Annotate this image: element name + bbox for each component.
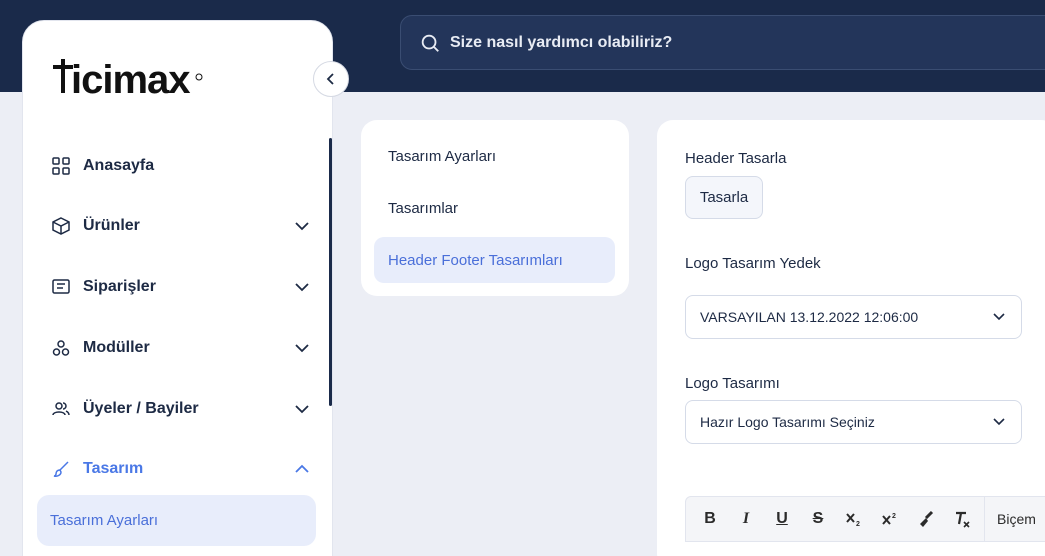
format-painter-button[interactable]	[908, 504, 944, 534]
logo-backup-select[interactable]: VARSAYILAN 13.12.2022 12:06:00	[685, 295, 1022, 339]
search-placeholder: Size nasıl yardımcı olabiliriz?	[450, 33, 673, 51]
logo-design-select[interactable]: Hazır Logo Tasarımı Seçiniz	[685, 400, 1022, 444]
sidebar-item-urunler[interactable]: Ürünler	[51, 211, 311, 241]
chevron-left-icon	[326, 73, 334, 85]
sidebar-item-label: Siparişler	[83, 278, 156, 295]
header-label: Header Tasarla	[685, 150, 787, 167]
svg-text:2: 2	[892, 513, 896, 520]
toolbar-divider	[984, 496, 985, 542]
logo-backup-value: VARSAYILAN 13.12.2022 12:06:00	[700, 309, 919, 325]
tasarla-button[interactable]: Tasarla	[685, 176, 763, 219]
subscript-icon: 2	[846, 513, 860, 527]
bold-button[interactable]: B	[692, 504, 728, 534]
grid-icon	[51, 156, 71, 176]
box-icon	[51, 216, 71, 236]
brush-icon	[51, 459, 71, 479]
sidebar-item-siparisler[interactable]: Siparişler	[51, 272, 311, 302]
collapse-sidebar-button[interactable]	[313, 61, 349, 97]
chevron-down-icon	[993, 418, 1005, 426]
underline-button[interactable]: U	[764, 504, 800, 534]
search-icon	[421, 34, 439, 52]
content-card: Header Tasarla Tasarla Logo Tasarım Yede…	[657, 120, 1045, 556]
chevron-down-icon	[295, 344, 309, 353]
sidebar-item-uyeler[interactable]: Üyeler / Bayiler	[51, 394, 311, 424]
strikethrough-button[interactable]: S	[800, 504, 836, 534]
chevron-up-icon	[295, 464, 309, 473]
sidebar-subitem-tasarim-ayarlari[interactable]: Tasarım Ayarları	[37, 495, 316, 546]
subscript-button[interactable]: 2	[836, 504, 872, 534]
submenu-item-header-footer[interactable]: Header Footer Tasarımları	[374, 237, 615, 283]
chevron-down-icon	[295, 222, 309, 231]
chevron-down-icon	[993, 313, 1005, 321]
superscript-button[interactable]: 2	[872, 504, 908, 534]
users-icon	[51, 399, 71, 419]
receipt-icon	[51, 277, 71, 297]
italic-button[interactable]: I	[728, 504, 764, 534]
format-dropdown[interactable]: Biçem	[997, 511, 1036, 527]
sidebar-item-moduller[interactable]: Modüller	[51, 333, 311, 363]
svg-text:2: 2	[856, 521, 860, 527]
sidebar-item-label: Anasayfa	[83, 157, 155, 174]
sidebar-item-label: Modüller	[83, 339, 150, 356]
modules-icon	[51, 338, 71, 358]
sidebar-item-anasayfa[interactable]: Anasayfa	[51, 151, 311, 181]
editor-toolbar: B I U S 2 2 Biçem	[685, 496, 1045, 542]
submenu-card: Tasarım Ayarları Tasarımlar Header Foote…	[361, 120, 629, 296]
svg-text:icimax: icimax	[71, 59, 190, 102]
sidebar-item-tasarim[interactable]: Tasarım	[51, 454, 311, 484]
logo-design-value: Hazır Logo Tasarımı Seçiniz	[700, 414, 875, 430]
sidebar: icimax Anasayfa Ürünler Siparişler Modül…	[22, 20, 333, 556]
submenu-item-tasarim-ayarlari[interactable]: Tasarım Ayarları	[374, 133, 615, 179]
chevron-down-icon	[295, 405, 309, 414]
chevron-down-icon	[295, 283, 309, 292]
logo-design-label: Logo Tasarımı	[685, 375, 780, 392]
clear-format-icon	[956, 511, 970, 528]
clear-format-button[interactable]	[944, 504, 980, 534]
ticimax-logo: icimax	[51, 58, 211, 108]
logo-backup-label: Logo Tasarım Yedek	[685, 255, 821, 272]
search-bar[interactable]: Size nasıl yardımcı olabiliriz?	[400, 15, 1045, 70]
sidebar-subitem-label: Tasarım Ayarları	[50, 512, 159, 529]
superscript-icon: 2	[882, 513, 896, 525]
format-painter-icon	[920, 510, 934, 527]
sidebar-item-label: Ürünler	[83, 217, 140, 234]
sidebar-item-label: Tasarım	[83, 460, 144, 477]
submenu-item-tasarimlar[interactable]: Tasarımlar	[374, 185, 615, 231]
sidebar-item-label: Üyeler / Bayiler	[83, 400, 199, 417]
sidebar-scrollbar[interactable]	[329, 138, 332, 406]
